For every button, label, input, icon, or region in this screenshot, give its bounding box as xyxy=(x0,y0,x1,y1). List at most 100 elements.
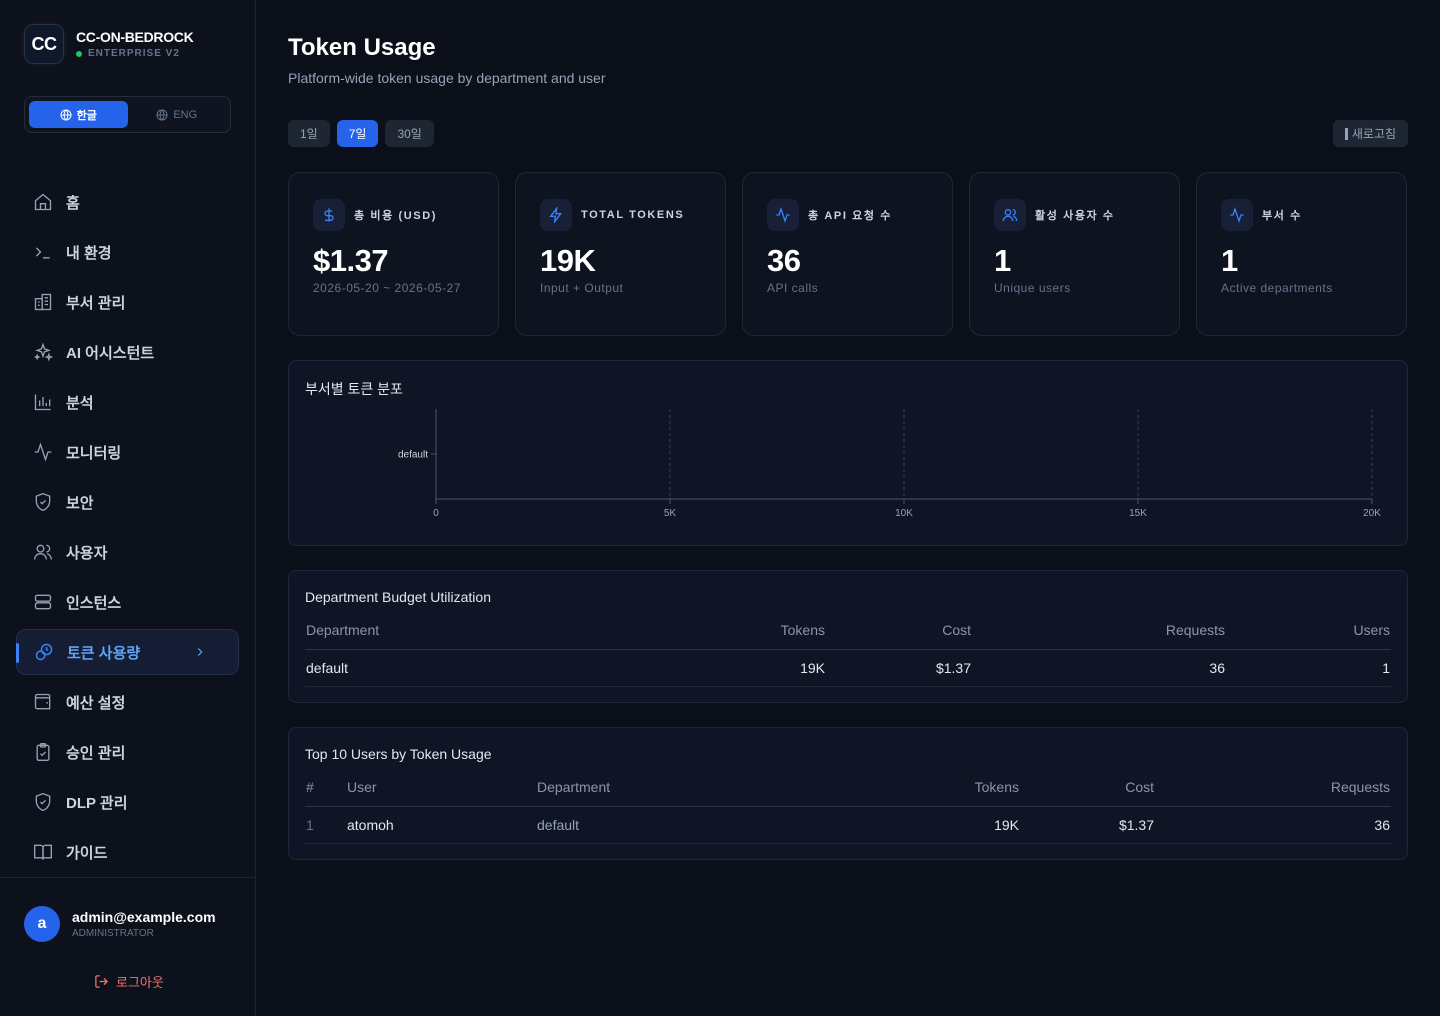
column-header[interactable]: Tokens xyxy=(726,768,1020,807)
y-tick-label: default xyxy=(398,450,428,461)
zap-icon xyxy=(549,207,562,223)
brand-subtitle: ENTERPRISE V2 xyxy=(88,48,180,59)
shield-icon xyxy=(35,492,51,512)
sidebar-item-label: 승인 관리 xyxy=(66,744,126,762)
sidebar-item-label: 내 환경 xyxy=(66,244,112,262)
user-profile[interactable]: a admin@example.com ADMINISTRATOR xyxy=(24,906,216,942)
language-toggle: 한글 ENG xyxy=(24,96,231,133)
globe-icon xyxy=(60,109,72,120)
x-tick-label: 20K xyxy=(1363,508,1381,519)
stat-card-departments: 부서 수 1 Active departments xyxy=(1196,172,1407,336)
stat-label: 활성 사용자 수 xyxy=(1035,210,1115,222)
x-tick-label: 0 xyxy=(433,508,439,519)
column-header[interactable]: Department xyxy=(305,611,635,650)
cell-department: default xyxy=(536,806,726,844)
brand-name: CC-ON-BEDROCK xyxy=(76,29,194,45)
user-email: admin@example.com xyxy=(72,909,216,925)
table-row[interactable]: default 19K $1.37 36 1 xyxy=(305,649,1391,687)
clipboard-check-icon xyxy=(36,743,50,761)
avatar: a xyxy=(24,906,60,942)
sidebar-item-label: 인스턴스 xyxy=(66,594,122,612)
terminal-icon xyxy=(35,247,50,259)
lang-korean-label: 한글 xyxy=(76,109,97,122)
cell-tokens: 19K xyxy=(635,649,826,687)
budget-table: Department Tokens Cost Requests Users de… xyxy=(305,611,1391,687)
sidebar: CC CC-ON-BEDROCK ENTERPRISE V2 한글 ENG 홈 … xyxy=(0,0,256,1016)
user-role: ADMINISTRATOR xyxy=(72,928,154,939)
stat-value: 19K xyxy=(540,243,596,278)
wallet-icon xyxy=(34,693,51,710)
department-token-chart-panel: 부서별 토큰 분포 0 5K 10K 15K 20K default xyxy=(288,360,1408,546)
server-icon xyxy=(34,594,52,610)
sidebar-item-label: 예산 설정 xyxy=(66,694,126,712)
sidebar-item-my-environment[interactable]: 내 환경 xyxy=(16,229,239,275)
cell-user: atomoh xyxy=(346,806,536,844)
lang-korean-button[interactable]: 한글 xyxy=(29,101,128,128)
range-30d-button[interactable]: 30일 xyxy=(385,120,434,147)
stat-label: 부서 수 xyxy=(1262,210,1302,222)
logout-button[interactable]: 로그아웃 xyxy=(94,972,164,991)
column-header[interactable]: Cost xyxy=(826,611,972,650)
cell-rank: 1 xyxy=(305,806,346,844)
sidebar-item-ai-assistant[interactable]: AI 어시스턴트 xyxy=(16,329,239,375)
cell-department: default xyxy=(305,649,635,687)
column-header[interactable]: # xyxy=(305,768,346,807)
cell-cost: $1.37 xyxy=(826,649,972,687)
logout-label: 로그아웃 xyxy=(116,975,164,990)
sidebar-item-label: 보안 xyxy=(66,494,94,512)
column-header[interactable]: Requests xyxy=(1155,768,1391,807)
column-header[interactable]: Department xyxy=(536,768,726,807)
building-icon xyxy=(34,293,52,311)
activity-icon xyxy=(1230,207,1244,223)
stat-note: Active departments xyxy=(1221,281,1333,295)
column-header[interactable]: Tokens xyxy=(635,611,826,650)
sidebar-item-label: 토큰 사용량 xyxy=(67,644,141,662)
sidebar-item-label: 홈 xyxy=(66,194,80,212)
bar-chart-icon xyxy=(34,394,51,411)
range-7d-button[interactable]: 7일 xyxy=(336,120,379,147)
stat-value: 36 xyxy=(767,243,801,278)
dollar-icon xyxy=(324,208,334,222)
sidebar-item-instances[interactable]: 인스턴스 xyxy=(16,579,239,625)
stat-note: 2026-05-20 ~ 2026-05-27 xyxy=(313,281,461,295)
sidebar-item-analytics[interactable]: 분석 xyxy=(16,379,239,425)
top-users-table: # User Department Tokens Cost Requests 1… xyxy=(305,768,1391,844)
sidebar-item-token-usage[interactable]: 토큰 사용량 xyxy=(16,629,239,675)
shield-check-icon xyxy=(35,792,51,812)
sidebar-item-label: 부서 관리 xyxy=(66,294,126,312)
sidebar-item-label: 가이드 xyxy=(66,844,108,862)
book-icon xyxy=(34,844,52,860)
stat-label: 총 비용 (USD) xyxy=(354,210,438,222)
brand[interactable]: CC CC-ON-BEDROCK ENTERPRISE V2 xyxy=(24,24,194,64)
time-range-selector: 1일 7일 30일 xyxy=(288,120,441,147)
sidebar-item-home[interactable]: 홈 xyxy=(16,179,239,225)
top-users-panel: Top 10 Users by Token Usage # User Depar… xyxy=(288,727,1408,860)
sidebar-item-guide[interactable]: 가이드 xyxy=(16,829,239,875)
cell-requests: 36 xyxy=(1155,806,1391,844)
range-1d-button[interactable]: 1일 xyxy=(288,120,330,147)
department-token-chart: 0 5K 10K 15K 20K default xyxy=(398,409,1381,519)
lang-english-button[interactable]: ENG xyxy=(128,101,227,128)
sidebar-item-users[interactable]: 사용자 xyxy=(16,529,239,575)
sidebar-item-departments[interactable]: 부서 관리 xyxy=(16,279,239,325)
column-header[interactable]: Users xyxy=(1226,611,1391,650)
sidebar-item-budget-settings[interactable]: 예산 설정 xyxy=(16,679,239,725)
users-icon xyxy=(34,544,52,560)
refresh-label: 새로고침 xyxy=(1351,127,1396,141)
table-row[interactable]: 1 atomoh default 19K $1.37 36 xyxy=(305,806,1391,844)
x-tick-label: 15K xyxy=(1129,508,1147,519)
cell-tokens: 19K xyxy=(726,806,1020,844)
page-subtitle: Platform-wide token usage by department … xyxy=(288,70,606,86)
sidebar-item-approvals[interactable]: 승인 관리 xyxy=(16,729,239,775)
sidebar-item-security[interactable]: 보안 xyxy=(16,479,239,525)
column-header[interactable]: User xyxy=(346,768,536,807)
column-header[interactable]: Requests xyxy=(972,611,1226,650)
department-budget-panel: Department Budget Utilization Department… xyxy=(288,570,1408,703)
stat-label: TOTAL TOKENS xyxy=(581,209,685,221)
brand-logo: CC xyxy=(24,24,64,64)
sparkles-icon xyxy=(33,342,53,362)
refresh-button[interactable]: 새로고침 xyxy=(1332,120,1408,147)
sidebar-item-monitoring[interactable]: 모니터링 xyxy=(16,429,239,475)
column-header[interactable]: Cost xyxy=(1020,768,1155,807)
sidebar-item-dlp[interactable]: DLP 관리 xyxy=(16,779,239,825)
